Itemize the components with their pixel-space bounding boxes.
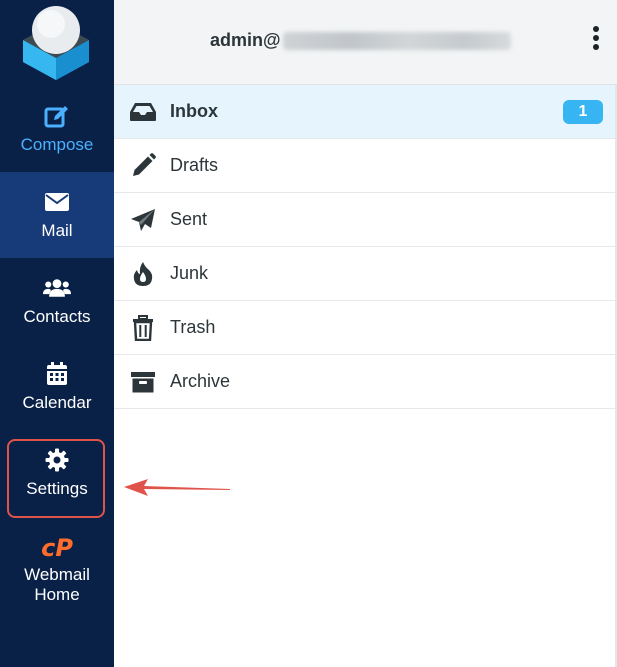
gear-icon — [43, 447, 71, 473]
account-email[interactable]: admin@ — [210, 30, 511, 51]
cpanel-icon: cP — [41, 534, 73, 562]
folder-sent[interactable]: Sent — [114, 193, 615, 247]
nav-webmail-home[interactable]: cP Webmail Home — [0, 520, 114, 620]
folder-junk[interactable]: Junk — [114, 247, 615, 301]
nav-calendar[interactable]: Calendar — [0, 344, 114, 430]
sidebar: Compose Mail Contacts Calendar Settings … — [0, 0, 114, 667]
folder-archive[interactable]: Archive — [114, 355, 615, 409]
redacted-domain — [282, 31, 511, 50]
fire-icon — [128, 261, 158, 287]
unread-count-badge: 1 — [563, 100, 603, 124]
folder-trash[interactable]: Trash — [114, 301, 615, 355]
envelope-icon — [43, 189, 71, 215]
pencil-icon — [128, 152, 158, 179]
annotation-arrow — [124, 479, 230, 496]
roundcube-logo[interactable] — [15, 2, 97, 82]
users-icon — [43, 275, 71, 301]
folder-name: Trash — [170, 317, 216, 337]
more-options-icon[interactable] — [591, 26, 601, 56]
folder-name: Sent — [170, 209, 208, 229]
nav-contacts[interactable]: Contacts — [0, 258, 114, 344]
header-bar: admin@ — [114, 0, 617, 85]
folder-list: Inbox 1 Drafts Sent Junk Trash Archive — [114, 85, 615, 409]
folder-name: Junk — [170, 263, 209, 283]
folder-inbox[interactable]: Inbox 1 — [114, 85, 615, 139]
folder-drafts[interactable]: Drafts — [114, 139, 615, 193]
compose-icon — [43, 103, 71, 129]
trash-icon — [128, 314, 158, 341]
folder-name: Archive — [170, 371, 231, 391]
nav-label: Settings — [26, 479, 88, 498]
nav-label: Calendar — [22, 393, 92, 412]
folder-name: Drafts — [170, 155, 219, 175]
nav-label: Webmail Home — [24, 565, 90, 604]
folder-name: Inbox — [170, 101, 218, 121]
nav-mail[interactable]: Mail — [0, 172, 114, 258]
account-prefix: admin@ — [210, 30, 281, 50]
paper-plane-icon — [128, 207, 158, 233]
calendar-icon — [43, 361, 71, 387]
nav-label: Mail — [41, 221, 73, 240]
nav-label: Compose — [20, 135, 94, 154]
nav-compose[interactable]: Compose — [0, 86, 114, 172]
archive-icon — [128, 369, 158, 395]
inbox-icon — [128, 99, 158, 125]
nav-label: Contacts — [23, 307, 91, 326]
nav-settings[interactable]: Settings — [0, 430, 114, 516]
